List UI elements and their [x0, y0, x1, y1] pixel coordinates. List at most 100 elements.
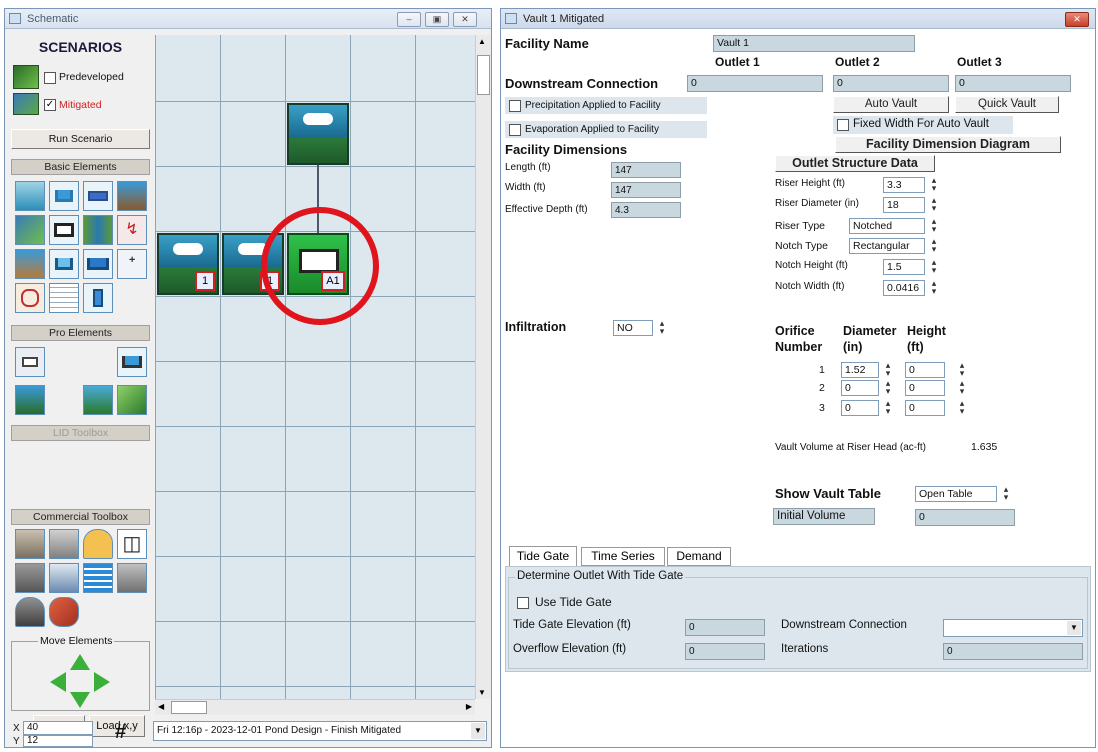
riser-diameter-spinner[interactable]: ▴ ▾	[927, 196, 941, 213]
hash-icon[interactable]: #	[115, 721, 126, 744]
mitigated-checkbox[interactable]: ✓	[44, 99, 56, 111]
tank-tool-icon[interactable]	[83, 181, 113, 211]
predeveloped-checkbox[interactable]	[44, 72, 56, 84]
pond-tool-icon[interactable]	[83, 249, 113, 279]
riser-height-field[interactable]: 3.3	[883, 177, 925, 193]
trapezoid-pond-tool-icon[interactable]	[49, 181, 79, 211]
facility-name-field[interactable]: Vault 1	[713, 35, 915, 52]
channel-tool-icon[interactable]	[117, 181, 147, 211]
orifice-height-spinner[interactable]: ▴ ▾	[955, 399, 969, 416]
orifice-height-spinner[interactable]: ▴ ▾	[955, 379, 969, 396]
lateral-basin-tool-icon[interactable]	[15, 215, 45, 245]
catchment-tool-icon[interactable]	[15, 283, 45, 313]
bioretention-tool-icon[interactable]	[49, 249, 79, 279]
scroll-down-icon[interactable]: ▼	[478, 688, 486, 697]
outlet1-field[interactable]: 0	[687, 75, 823, 92]
schematic-canvas[interactable]: 1 1 A1	[155, 35, 475, 699]
vault-tool-icon[interactable]	[49, 215, 79, 245]
orifice-height-field[interactable]: 0	[905, 400, 945, 416]
facility-dimension-diagram-button[interactable]: Facility Dimension Diagram	[835, 136, 1061, 153]
x-field[interactable]: 40	[23, 721, 93, 735]
use-tide-gate-checkbox[interactable]	[517, 597, 529, 609]
commercial-chamber-icon[interactable]	[117, 563, 147, 593]
status-dropdown[interactable]: Fri 12:16p - 2023-12-01 Pond Design - Fi…	[153, 721, 487, 741]
scroll-h-thumb[interactable]	[171, 701, 207, 714]
riser-type-spinner[interactable]: ▴ ▾	[927, 217, 941, 234]
width-field[interactable]: 147	[611, 182, 681, 198]
commercial-vault-icon[interactable]	[49, 529, 79, 559]
open-table-field[interactable]: Open Table	[915, 486, 997, 502]
y-field[interactable]: 12	[23, 735, 93, 747]
outlet2-field[interactable]: 0	[833, 75, 949, 92]
close-icon[interactable]: ✕	[1065, 12, 1089, 27]
scroll-left-icon[interactable]: ◀	[158, 702, 164, 711]
basin-tool-icon[interactable]	[15, 181, 45, 211]
commercial-module-icon[interactable]	[83, 563, 113, 593]
pro-leaf-tool-icon[interactable]	[117, 385, 147, 415]
chevron-down-icon[interactable]: ▼	[471, 723, 485, 739]
evap-checkbox[interactable]	[509, 124, 521, 136]
mitigated-icon[interactable]	[13, 93, 39, 115]
flow-splitter-tool-icon[interactable]: ↯	[117, 215, 147, 245]
infiltration-spinner[interactable]: ▴ ▾	[655, 319, 669, 336]
riser-type-field[interactable]: Notched	[849, 218, 925, 234]
commercial-pipe-icon[interactable]	[15, 563, 45, 593]
tide-downstream-dropdown[interactable]: ▼	[943, 619, 1083, 637]
move-up-icon[interactable]	[70, 654, 90, 670]
riser-diameter-field[interactable]: 18	[883, 197, 925, 213]
grid-tool-icon[interactable]	[49, 283, 79, 313]
fixed-width-checkbox[interactable]	[837, 119, 849, 131]
length-field[interactable]: 147	[611, 162, 681, 178]
fixed-width-row[interactable]: Fixed Width For Auto Vault	[833, 116, 1013, 134]
orifice-diameter-field[interactable]: 1.52	[841, 362, 879, 378]
tab-time-series[interactable]: Time Series	[581, 547, 665, 566]
orifice-diameter-field[interactable]: 0	[841, 380, 879, 396]
move-down-icon[interactable]	[70, 692, 90, 708]
basin-element-2-icon[interactable]: 1	[157, 233, 219, 295]
scroll-up-icon[interactable]: ▲	[478, 37, 486, 46]
orifice-diameter-field[interactable]: 0	[841, 400, 879, 416]
outlet3-field[interactable]: 0	[955, 75, 1071, 92]
commercial-bench-icon[interactable]	[15, 529, 45, 559]
auto-vault-button[interactable]: Auto Vault	[833, 96, 949, 113]
precip-checkbox-row[interactable]: Precipitation Applied to Facility	[505, 97, 707, 114]
infiltration-field[interactable]: NO	[613, 320, 653, 336]
open-table-spinner[interactable]: ▴ ▾	[999, 485, 1013, 502]
orifice-diameter-spinner[interactable]: ▴ ▾	[881, 399, 895, 416]
orifice-height-field[interactable]: 0	[905, 362, 945, 378]
riser-height-spinner[interactable]: ▴ ▾	[927, 176, 941, 193]
commercial-frame-icon[interactable]: ◫	[117, 529, 147, 559]
minimize-button[interactable]: –	[397, 12, 421, 27]
run-scenario-button[interactable]: Run Scenario	[11, 129, 150, 149]
splitter-tool-icon[interactable]: ᐩ	[117, 249, 147, 279]
notch-height-spinner[interactable]: ▴ ▾	[927, 258, 941, 275]
orifice-diameter-spinner[interactable]: ▴ ▾	[881, 379, 895, 396]
notch-width-spinner[interactable]: ▴ ▾	[927, 279, 941, 296]
tab-demand[interactable]: Demand	[667, 547, 731, 566]
initial-volume-field[interactable]: 0	[915, 509, 1015, 526]
precip-checkbox[interactable]	[509, 100, 521, 112]
commercial-filter-icon[interactable]	[49, 563, 79, 593]
move-left-icon[interactable]	[50, 672, 66, 692]
notch-width-field[interactable]: 0.0416	[883, 280, 925, 296]
basin-element-icon[interactable]	[287, 103, 349, 165]
pro-box-tool-icon[interactable]	[15, 347, 45, 377]
chevron-down-icon[interactable]: ▼	[1067, 621, 1081, 635]
pro-pond-tool-icon[interactable]	[117, 347, 147, 377]
notch-type-field[interactable]: Rectangular	[849, 238, 925, 254]
predeveloped-icon[interactable]	[13, 65, 39, 89]
outlet-structure-data-button[interactable]: Outlet Structure Data	[775, 155, 935, 172]
notch-type-spinner[interactable]: ▴ ▾	[927, 237, 941, 254]
evap-checkbox-row[interactable]: Evaporation Applied to Facility	[505, 121, 707, 138]
horizontal-scrollbar[interactable]: ◀ ▶	[155, 699, 475, 715]
close-icon[interactable]: ✕	[453, 12, 477, 27]
iterations-field[interactable]: 0	[943, 643, 1083, 660]
depth-field[interactable]: 4.3	[611, 202, 681, 218]
pro-trench-tool-icon[interactable]	[83, 385, 113, 415]
orifice-height-spinner[interactable]: ▴ ▾	[955, 361, 969, 378]
vertical-scrollbar[interactable]: ▲ ▼	[475, 35, 491, 699]
notch-height-field[interactable]: 1.5	[883, 259, 925, 275]
swale-tool-icon[interactable]	[83, 215, 113, 245]
commercial-dome-icon[interactable]	[83, 529, 113, 559]
orifice-height-field[interactable]: 0	[905, 380, 945, 396]
